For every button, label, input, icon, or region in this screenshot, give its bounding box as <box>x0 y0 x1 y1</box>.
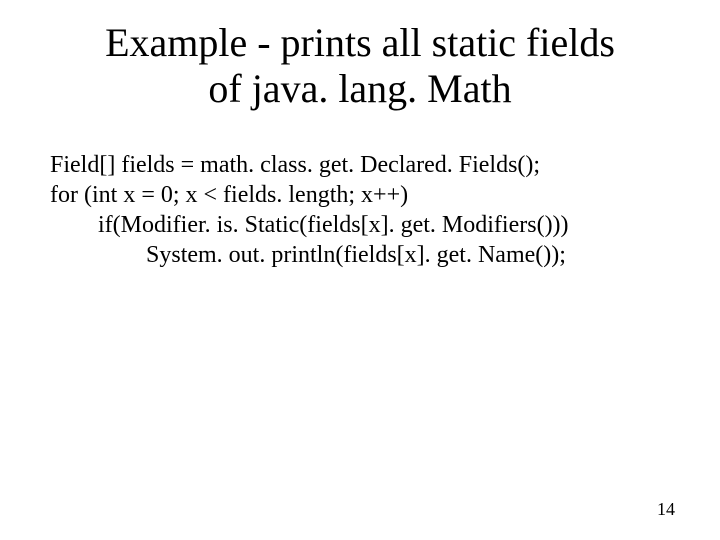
code-line-3: if(Modifier. is. Static(fields[x]. get. … <box>50 212 569 238</box>
title-line-2: of java. lang. Math <box>208 66 511 111</box>
slide-title: Example - prints all static fields of ja… <box>0 20 720 112</box>
code-line-2: for (int x = 0; x < fields. length; x++) <box>50 182 408 208</box>
code-block: Field[] fields = math. class. get. Decla… <box>50 150 670 270</box>
title-line-1: Example - prints all static fields <box>105 20 615 65</box>
code-line-1: Field[] fields = math. class. get. Decla… <box>50 152 540 178</box>
page-number: 14 <box>657 499 675 520</box>
code-line-4: System. out. println(fields[x]. get. Nam… <box>50 242 566 268</box>
slide: Example - prints all static fields of ja… <box>0 0 720 540</box>
